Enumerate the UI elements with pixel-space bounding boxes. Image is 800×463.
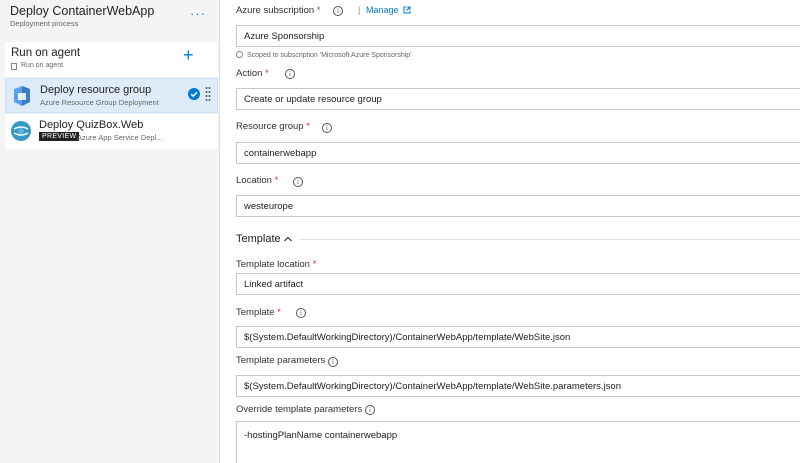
- add-task-button[interactable]: +: [183, 46, 194, 64]
- template-parameters-input[interactable]: $(System.DefaultWorkingDirectory)/Contai…: [236, 375, 800, 397]
- external-link-icon: [403, 6, 411, 14]
- info-icon[interactable]: i: [296, 308, 306, 318]
- location-label-text: Location: [236, 175, 272, 186]
- action-label-text: Action: [236, 68, 263, 79]
- required-marker: *: [312, 259, 317, 270]
- required-marker: *: [274, 175, 279, 186]
- template-label-text: Template: [236, 307, 275, 318]
- task-settings-panel: Azure subscription * i | Manage Azure Sp…: [221, 0, 800, 463]
- resource-group-label: Resource group *: [236, 121, 310, 132]
- info-small-icon: [236, 51, 243, 58]
- template-parameters-label: Template parameters: [236, 355, 325, 366]
- template-label: Template *: [236, 307, 281, 318]
- deployment-process-header[interactable]: Deploy ContainerWebApp Deployment proces…: [10, 4, 215, 28]
- agent-phase-title: Run on agent: [11, 47, 81, 59]
- more-options-button[interactable]: ···: [190, 6, 206, 21]
- info-icon[interactable]: i: [322, 123, 332, 133]
- drag-handle-icon[interactable]: [205, 86, 211, 104]
- template-parameters-label-text: Template parameters: [236, 355, 326, 366]
- manage-link[interactable]: Manage: [366, 5, 411, 15]
- location-label: Location *: [236, 175, 278, 186]
- agent-phase-subtitle: Run on agent: [21, 62, 64, 69]
- process-title: Deploy ContainerWebApp: [10, 4, 155, 18]
- manage-separator: |: [358, 5, 361, 15]
- agent-phase[interactable]: Run on agent Run on agent +: [5, 42, 218, 77]
- required-marker: *: [316, 5, 321, 16]
- check-circle-icon: [188, 88, 200, 100]
- override-parameters-textarea[interactable]: -hostingPlanName containerwebapp: [236, 421, 800, 463]
- info-icon[interactable]: i: [333, 6, 343, 16]
- server-icon: [11, 63, 17, 70]
- subscription-hint: Scoped to subscription 'Microsoft Azure …: [236, 51, 412, 59]
- task-subtitle: Azure App Service Depl...: [77, 133, 163, 142]
- template-input[interactable]: $(System.DefaultWorkingDirectory)/Contai…: [236, 326, 800, 348]
- info-icon[interactable]: i: [365, 405, 375, 415]
- required-marker: *: [306, 121, 310, 132]
- task-list-panel: Deploy ContainerWebApp Deployment proces…: [0, 0, 220, 463]
- template-location-select[interactable]: Linked artifact: [236, 273, 800, 295]
- info-icon[interactable]: i: [285, 69, 295, 79]
- task-deploy-resource-group[interactable]: Deploy resource group Azure Resource Gro…: [5, 78, 218, 113]
- override-parameters-label-text: Override template parameters: [236, 404, 363, 415]
- manage-link-label: Manage: [366, 5, 399, 15]
- subscription-label-text: Azure subscription: [236, 5, 315, 16]
- resource-group-select[interactable]: containerwebapp: [236, 142, 800, 164]
- process-subtitle: Deployment process: [10, 19, 79, 28]
- required-marker: *: [277, 307, 281, 318]
- info-icon[interactable]: i: [328, 357, 338, 367]
- subscription-select[interactable]: Azure Sponsorship: [236, 25, 800, 47]
- subscription-hint-text: Scoped to subscription 'Microsoft Azure …: [247, 52, 412, 59]
- app-service-icon: [11, 121, 31, 141]
- override-parameters-label: Override template parameters: [236, 404, 362, 415]
- chevron-up-icon[interactable]: [283, 234, 293, 244]
- section-divider: [300, 239, 800, 240]
- resource-group-label-text: Resource group: [236, 121, 304, 132]
- release-editor: Deploy ContainerWebApp Deployment proces…: [0, 0, 800, 463]
- location-select[interactable]: westeurope: [236, 195, 800, 217]
- template-location-label: Template location *: [236, 259, 316, 270]
- template-location-label-text: Template location: [236, 259, 310, 270]
- task-deploy-quizbox-web[interactable]: Deploy QuizBox.Web PREVIEW Azure App Ser…: [5, 114, 218, 149]
- template-section-header[interactable]: Template: [236, 233, 800, 247]
- action-label: Action *: [236, 68, 269, 79]
- task-title: Deploy resource group: [40, 84, 152, 96]
- template-section-title: Template: [236, 233, 281, 245]
- resource-group-icon: [14, 86, 30, 106]
- subscription-label: Azure subscription *: [236, 5, 321, 16]
- task-title: Deploy QuizBox.Web: [39, 119, 144, 131]
- preview-badge: PREVIEW: [39, 132, 80, 141]
- action-select[interactable]: Create or update resource group: [236, 88, 800, 110]
- info-icon[interactable]: i: [293, 177, 303, 187]
- task-subtitle: Azure Resource Group Deployment: [40, 98, 159, 107]
- required-marker: *: [265, 68, 269, 79]
